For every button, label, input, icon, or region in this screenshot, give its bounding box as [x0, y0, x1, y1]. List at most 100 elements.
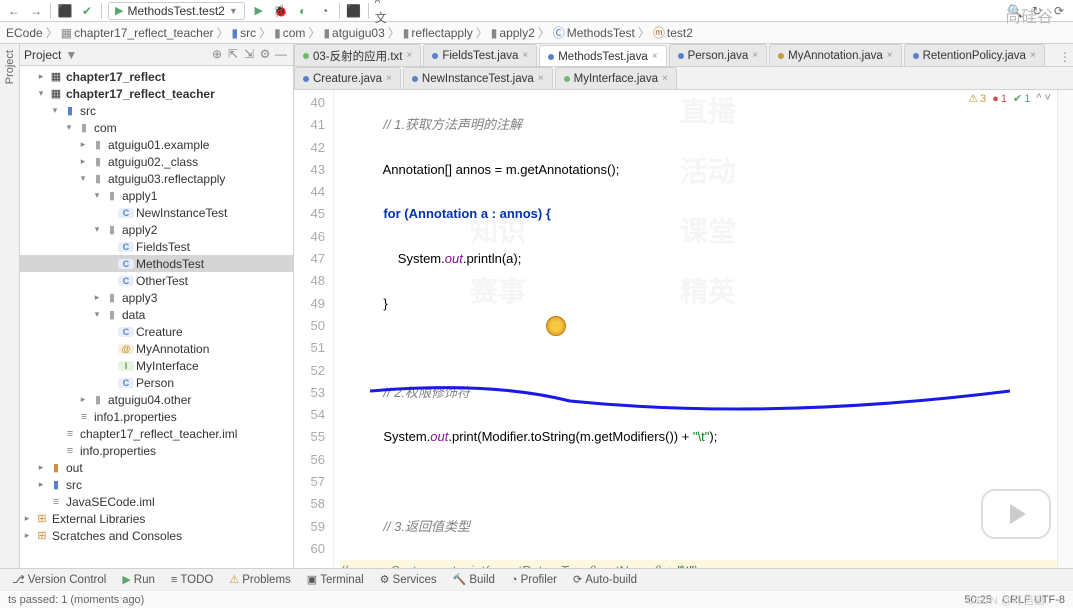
profile-button[interactable]: ◔: [317, 3, 333, 19]
version-control-tab[interactable]: ⎇Version Control: [6, 573, 112, 586]
editor-tab[interactable]: MyInterface.java×: [555, 67, 677, 89]
editor-tab[interactable]: FieldsTest.java×: [423, 44, 537, 66]
editor-tab-active[interactable]: MethodsTest.java×: [539, 45, 666, 67]
close-icon[interactable]: ×: [652, 51, 658, 62]
tree-node[interactable]: ▸▮atguigu02._class: [20, 153, 293, 170]
panel-dropdown-icon[interactable]: ▼: [65, 48, 77, 62]
package-icon: ▮: [491, 26, 498, 40]
debug-button[interactable]: 🐞: [273, 3, 289, 19]
terminal-tab[interactable]: ▣Terminal: [301, 573, 370, 586]
tree-node[interactable]: ▾▮data: [20, 306, 293, 323]
close-icon[interactable]: ×: [386, 73, 392, 84]
close-icon[interactable]: ×: [406, 50, 412, 61]
profiler-tab[interactable]: ◔Profiler: [505, 574, 563, 586]
back-icon[interactable]: ←: [6, 3, 22, 19]
tree-node[interactable]: ▸⊞External Libraries: [20, 510, 293, 527]
tree-node[interactable]: ▸▮apply3: [20, 289, 293, 306]
crumb[interactable]: chapter17_reflect_teacher: [74, 26, 213, 40]
crumb[interactable]: MethodsTest: [567, 26, 635, 40]
editor-tab[interactable]: RetentionPolicy.java×: [904, 44, 1045, 66]
status-message: ts passed: 1 (moments ago): [8, 594, 144, 606]
close-icon[interactable]: ×: [662, 73, 668, 84]
close-icon[interactable]: ×: [752, 50, 758, 61]
tree-node[interactable]: @MyAnnotation: [20, 340, 293, 357]
file-type-icon: [412, 76, 418, 82]
tree-node[interactable]: CNewInstanceTest: [20, 204, 293, 221]
rail-project[interactable]: Project: [4, 50, 16, 84]
package-icon: ▮: [323, 26, 330, 40]
close-icon[interactable]: ×: [538, 73, 544, 84]
problems-tab[interactable]: ⚠Problems: [223, 573, 296, 586]
build-tab[interactable]: 🔨Build: [447, 573, 501, 586]
tree-node[interactable]: ▾▮src: [20, 102, 293, 119]
settings-icon[interactable]: ⚙: [257, 47, 273, 63]
editor-right-rail: [1057, 90, 1073, 568]
tree-node[interactable]: ▾▮apply1: [20, 187, 293, 204]
crumb[interactable]: com: [283, 26, 306, 40]
run-config-label: MethodsTest.test2: [127, 4, 224, 18]
file-type-icon: [778, 53, 784, 59]
tree-node[interactable]: ▸▦chapter17_reflect: [20, 68, 293, 85]
crumb[interactable]: ECode: [6, 26, 43, 40]
translate-icon[interactable]: ᴬ文: [375, 3, 391, 19]
crumb[interactable]: atguigu03: [332, 26, 385, 40]
stop-icon[interactable]: ⬛: [57, 3, 73, 19]
todo-tab[interactable]: ≡TODO: [165, 574, 219, 586]
editor-tab[interactable]: Creature.java×: [294, 67, 401, 89]
tree-node[interactable]: ▸▮atguigu01.example: [20, 136, 293, 153]
stop-process-icon[interactable]: ⬛: [346, 3, 362, 19]
tree-node[interactable]: ▾▮apply2: [20, 221, 293, 238]
crumb[interactable]: reflectapply: [411, 26, 472, 40]
editor-tab[interactable]: MyAnnotation.java×: [769, 44, 901, 66]
editor-area: 03-反射的应用.txt× FieldsTest.java× MethodsTe…: [294, 44, 1073, 568]
crumb[interactable]: apply2: [499, 26, 534, 40]
tree-node[interactable]: ▾▦chapter17_reflect_teacher: [20, 85, 293, 102]
tree-node[interactable]: ≡info1.properties: [20, 408, 293, 425]
file-type-icon: [548, 54, 554, 60]
coverage-button[interactable]: ◐: [295, 3, 311, 19]
editor-tab[interactable]: Person.java×: [669, 44, 768, 66]
tree-node[interactable]: COtherTest: [20, 272, 293, 289]
tree-node[interactable]: ▾▮atguigu03.reflectapply: [20, 170, 293, 187]
tree-node[interactable]: ▸▮atguigu04.other: [20, 391, 293, 408]
close-icon[interactable]: ×: [887, 50, 893, 61]
select-opened-icon[interactable]: ⊕: [209, 47, 225, 63]
collapse-all-icon[interactable]: ⇲: [241, 47, 257, 63]
tree-node[interactable]: ▸▮out: [20, 459, 293, 476]
update-icon[interactable]: ⟳: [1051, 3, 1067, 19]
hide-icon[interactable]: —: [273, 47, 289, 63]
tree-node[interactable]: ▸⊞Scratches and Consoles: [20, 527, 293, 544]
forward-icon[interactable]: →: [28, 3, 44, 19]
run-tab[interactable]: ▶Run: [116, 573, 161, 586]
run-button[interactable]: ▶: [251, 3, 267, 19]
editor-tab[interactable]: NewInstanceTest.java×: [403, 67, 553, 89]
code-content[interactable]: // 1.获取方法声明的注解 Annotation[] annos = m.ge…: [334, 90, 1057, 568]
crumb[interactable]: test2: [667, 26, 693, 40]
tree-node[interactable]: CPerson: [20, 374, 293, 391]
crumb[interactable]: src: [240, 26, 256, 40]
tree-node[interactable]: CCreature: [20, 323, 293, 340]
close-icon[interactable]: ×: [522, 50, 528, 61]
tree-node[interactable]: CFieldsTest: [20, 238, 293, 255]
tree-node[interactable]: ▾▮com: [20, 119, 293, 136]
close-icon[interactable]: ×: [1030, 50, 1036, 61]
tree-node[interactable]: ≡info.properties: [20, 442, 293, 459]
tree-node[interactable]: IMyInterface: [20, 357, 293, 374]
warning-badge[interactable]: ⚠3: [968, 92, 986, 105]
play-icon: [1010, 504, 1026, 524]
typo-badge[interactable]: ●1: [992, 92, 1007, 105]
tree-node[interactable]: ≡JavaSECode.iml: [20, 493, 293, 510]
checkmark-icon[interactable]: ✔: [79, 3, 95, 19]
tree-node[interactable]: ▸▮src: [20, 476, 293, 493]
panel-title: Project: [24, 48, 61, 62]
video-play-overlay[interactable]: [981, 489, 1051, 539]
tree-node[interactable]: ≡chapter17_reflect_teacher.iml: [20, 425, 293, 442]
check-badge[interactable]: ✔1: [1013, 92, 1030, 105]
run-config-selector[interactable]: ▶ MethodsTest.test2 ▼: [108, 2, 245, 20]
services-tab[interactable]: ⚙Services: [374, 573, 443, 586]
tabs-menu-icon[interactable]: ⋮: [1057, 50, 1073, 66]
expand-all-icon[interactable]: ⇱: [225, 47, 241, 63]
editor-tab[interactable]: 03-反射的应用.txt×: [294, 44, 421, 66]
autobuild-tab[interactable]: ⟳Auto-build: [567, 573, 643, 586]
tree-node-selected[interactable]: CMethodsTest: [20, 255, 293, 272]
